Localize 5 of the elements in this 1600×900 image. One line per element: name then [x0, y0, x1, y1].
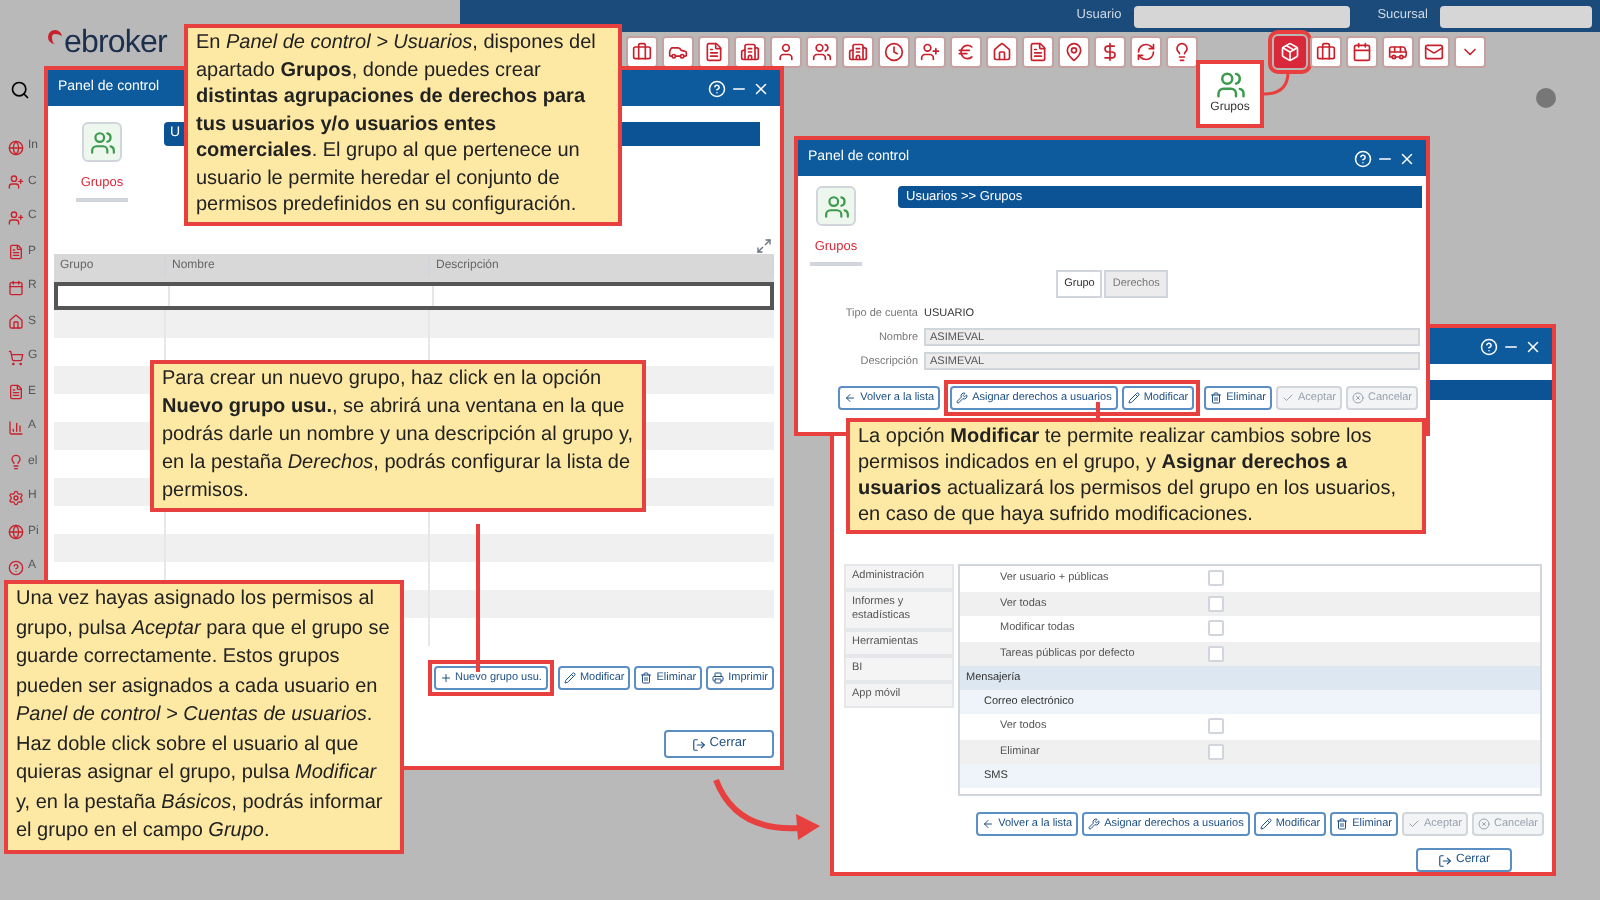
- callout-tooltip: Una vez hayas asignado los permisos al grupo, pulsa Aceptar para que el grupo se guarde correctamente. Estos grupos pueden ser asignados a cada usuario en Panel de control > Cuentas de usuarios. Haz doble click sobre el usuario al que quieras asignar el grupo, pulsa Modificar y, en la pestaña Básicos, podrás informar el grupo en el campo Grupo.: [4, 580, 404, 853]
- logo: ebroker: [64, 24, 167, 64]
- callout-tooltip: La opción Modificar te permite realizar cambios sobre los permisos indicados en el grupo, y Asignar derechos a usuarios actualizará los permisos del grupo en los usuarios, en caso de que haya sufrido modificaciones.: [846, 418, 1426, 534]
- callout-tooltip: Para crear un nuevo grupo, haz click en la opción Nuevo grupo usu., se abrirá una ventana en la que podrás darle un nombre y una descripción al grupo y, en la pestaña Derechos, podrás configurar la lista de permisos.: [150, 360, 646, 512]
- callout-tooltip: En Panel de control > Usuarios, dispones del apartado Grupos, donde puedes crear distintas agrupaciones de derechos para tus usuarios y/o usuarios entes comerciales. El grupo al que pertenece un usuario le permite heredar el conjunto de permisos predefinidos en su configuración.: [184, 24, 622, 225]
